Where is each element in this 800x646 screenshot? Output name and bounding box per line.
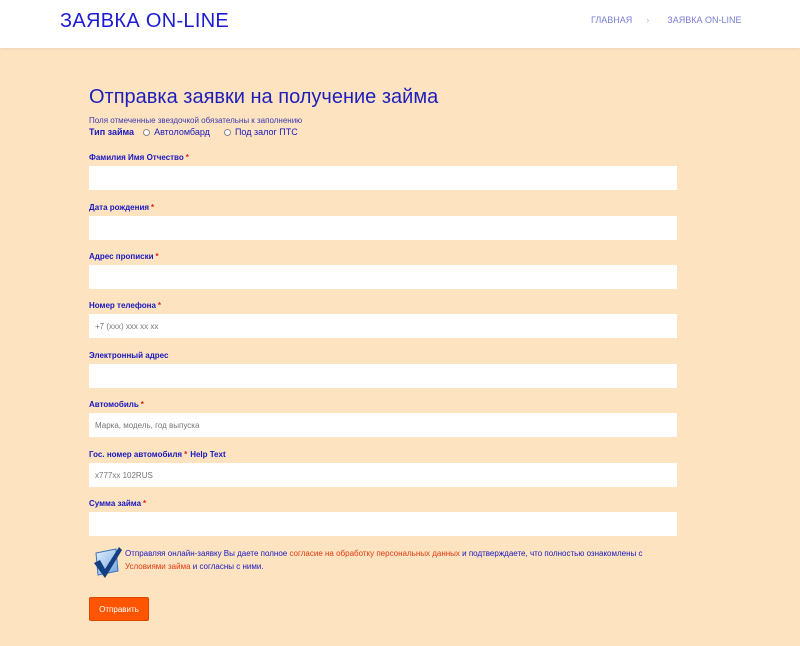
- consent-block: Отправляя онлайн-заявку Вы даете полное …: [92, 545, 692, 585]
- address-input[interactable]: [89, 265, 677, 289]
- loan-type-group: Тип займа Автоломбард Под залог ПТС: [89, 127, 312, 137]
- email-label: Электронный адрес: [89, 351, 170, 360]
- required-note: Поля отмеченные звездочкой обязательны к…: [89, 116, 303, 125]
- email-label-text: Электронный адрес: [89, 351, 169, 360]
- required-star: *: [143, 499, 147, 508]
- plate-input[interactable]: [89, 463, 677, 487]
- car-label: Автомобиль *: [89, 400, 144, 409]
- required-star: *: [155, 252, 159, 261]
- birth-date-input[interactable]: [89, 216, 677, 240]
- required-star: *: [140, 400, 144, 409]
- phone-label-text: Номер телефона: [89, 301, 156, 310]
- breadcrumb-chevron-icon: ›: [646, 15, 650, 25]
- full-name-input[interactable]: [89, 166, 677, 190]
- radio-avtolombard[interactable]: [143, 128, 151, 136]
- birth-date-label: Дата рождения *: [89, 203, 154, 212]
- consent-checkmark-icon: [94, 547, 122, 578]
- site-title[interactable]: ЗАЯВКА ON-LINE: [60, 10, 229, 33]
- required-star: *: [157, 301, 162, 310]
- required-star: *: [185, 153, 189, 162]
- consent-personal-data-link[interactable]: согласие на обработку персональных данны…: [289, 549, 459, 558]
- breadcrumb: ГЛАВНАЯ › ЗАЯВКА ON-LINE: [591, 15, 742, 25]
- plate-label: Гос. номер автомобиля * Help Text: [89, 450, 226, 459]
- loan-type-option-avtolombard[interactable]: Автоломбард: [143, 127, 210, 137]
- phone-label: Номер телефона *: [89, 301, 161, 310]
- birth-date-label-text: Дата рождения: [89, 203, 150, 212]
- required-star: *: [151, 203, 155, 212]
- breadcrumb-home-link[interactable]: ГЛАВНАЯ: [591, 15, 632, 25]
- form-title: Отправка заявки на получение займа: [89, 86, 439, 108]
- consent-text: Отправляя онлайн-заявку Вы даете полное …: [125, 547, 685, 573]
- address-label: Адрес прописки *: [89, 252, 159, 261]
- radio-label-avtolombard[interactable]: Автоломбард: [154, 127, 210, 137]
- required-star: *: [184, 450, 188, 459]
- full-name-label: Фамилия Имя Отчество *: [89, 153, 189, 162]
- phone-input[interactable]: [89, 314, 677, 338]
- car-input[interactable]: [89, 413, 677, 437]
- consent-text-2: и подтверждаете, что полностью ознакомле…: [459, 549, 643, 558]
- consent-text-1: Отправляя онлайн-заявку Вы даете полное: [125, 549, 290, 558]
- loan-sum-label: Сумма займа *: [89, 499, 146, 508]
- breadcrumb-current: ЗАЯВКА ON-LINE: [667, 15, 742, 25]
- consent-text-3: и согласны с ними.: [190, 562, 264, 571]
- loan-type-label: Тип займа: [89, 127, 135, 137]
- email-input[interactable]: [89, 364, 677, 388]
- submit-button[interactable]: Отправить: [89, 597, 149, 621]
- radio-pts[interactable]: [223, 128, 231, 136]
- consent-loan-terms-link[interactable]: Условиями займа: [125, 562, 191, 571]
- address-label-text: Адрес прописки: [89, 252, 154, 261]
- plate-help-text: Help Text: [190, 450, 226, 459]
- radio-label-pts[interactable]: Под залог ПТС: [235, 127, 298, 137]
- loan-sum-label-text: Сумма займа: [89, 499, 142, 508]
- plate-label-text: Гос. номер автомобиля: [89, 450, 183, 459]
- loan-type-option-pts[interactable]: Под залог ПТС: [223, 127, 298, 137]
- site-header: ЗАЯВКА ON-LINE ГЛАВНАЯ › ЗАЯВКА ON-LINE: [0, 0, 800, 48]
- full-name-label-text: Фамилия Имя Отчество: [89, 153, 184, 162]
- loan-sum-input[interactable]: [89, 512, 677, 536]
- car-label-text: Автомобиль: [89, 400, 139, 409]
